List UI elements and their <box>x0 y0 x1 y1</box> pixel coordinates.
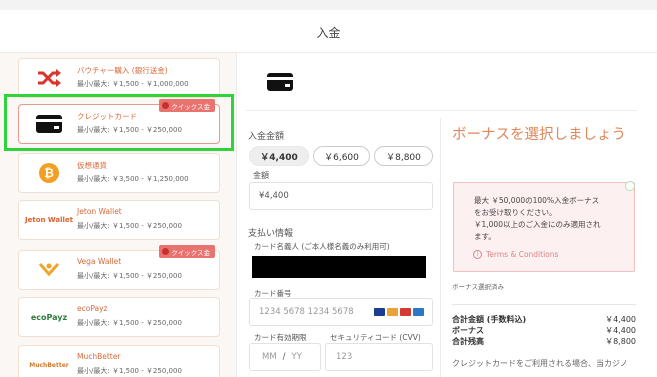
amex-icon <box>413 308 424 316</box>
jcb-icon <box>400 308 411 316</box>
summary-row-total: 合計金額 (手数料込) ￥4,400 <box>452 315 636 324</box>
payment-method-crypto[interactable]: ₿ 仮想通貨 最小/最大: ￥3,500 - ￥1,250,000 <box>18 153 220 193</box>
payment-method-limit: 最小/最大: ￥1,500 - ￥250,000 <box>77 126 182 134</box>
payment-method-name: Jeton Wallet <box>77 207 122 216</box>
payment-method-limit: 最小/最大: ￥1,500 - ￥250,000 <box>77 367 182 375</box>
shuffle-icon <box>27 64 71 92</box>
vega-logo <box>27 256 71 284</box>
bonus-check-icon[interactable] <box>625 181 635 191</box>
bonus-selected-hint: ボーナス選択済み <box>452 283 504 291</box>
payment-method-vega[interactable]: Vega Wallet 最小/最大: ￥1,500 - ￥250,000 クイッ… <box>18 245 220 290</box>
card-brand-icons <box>374 308 424 316</box>
visa-icon <box>374 308 385 316</box>
column-divider <box>440 118 441 377</box>
summary-row-balance: 合計残高 ￥8,800 <box>452 337 636 346</box>
payment-method-name: ecoPayz <box>77 304 108 313</box>
quick-deposit-badge: クイックス金 <box>159 245 215 258</box>
top-bar <box>0 0 657 10</box>
muchbetter-logo: MuchBetter <box>29 361 69 369</box>
section-divider <box>246 110 637 111</box>
payment-method-limit: 最小/最大: ￥1,500 - ￥1,000,000 <box>77 80 189 88</box>
badge-dot-icon <box>162 248 170 255</box>
payment-method-name: MuchBetter <box>77 352 121 361</box>
payment-method-limit: 最小/最大: ￥1,500 - ￥250,000 <box>77 222 182 230</box>
cvv-label: セキュリティコード (CVV) <box>330 333 421 342</box>
svg-text:₿: ₿ <box>44 166 54 180</box>
quick-deposit-badge: クイックス金 <box>159 99 215 112</box>
credit-card-note: クレジットカードをご利用される場合、当カジノ <box>452 359 628 368</box>
expiry-label: カード有効期限 <box>254 333 307 342</box>
bitcoin-icon: ₿ <box>27 159 71 187</box>
badge-dot-icon <box>162 102 170 109</box>
cardholder-name-field[interactable] <box>252 256 426 278</box>
custom-amount-input[interactable]: ¥4,400 <box>249 182 433 210</box>
bonus-description: 最大 ￥50,000の100%入金ボーナス をお受け取りください。 ￥1,000… <box>474 196 601 241</box>
page-title: 入金 <box>316 26 341 40</box>
payment-method-name: バウチャー購入 (銀行送金) <box>77 66 168 75</box>
custom-amount-label: 金額 <box>253 171 269 180</box>
ecopayz-logo: ecoPayz <box>30 312 68 322</box>
info-icon: i <box>473 250 482 259</box>
payment-method-limit: 最小/最大: ￥3,500 - ￥1,250,000 <box>77 175 189 183</box>
payment-method-limit: 最小/最大: ￥1,500 - ￥250,000 <box>77 319 182 327</box>
payment-method-muchbetter[interactable]: MuchBetter MuchBetter 最小/最大: ￥1,500 - ￥2… <box>18 345 220 377</box>
payment-method-jeton[interactable]: Jeton Wallet Jeton Wallet 最小/最大: ￥1,500 … <box>18 200 220 240</box>
payment-method-voucher[interactable]: バウチャー購入 (銀行送金) 最小/最大: ￥1,500 - ￥1,000,00… <box>18 58 220 98</box>
amount-label: 入金金額 <box>248 132 285 142</box>
payment-method-name: Vega Wallet <box>77 257 122 266</box>
payment-method-ecopayz[interactable]: ecoPayz ecoPayz 最小/最大: ￥1,500 - ￥250,000 <box>18 297 220 337</box>
cvv-input[interactable]: 123 <box>325 343 433 371</box>
expiry-input[interactable]: MM / YY <box>249 343 321 371</box>
payment-info-label: 支払い情報 <box>248 229 294 239</box>
credit-card-icon <box>27 110 71 138</box>
credit-card-icon <box>266 72 294 96</box>
panel-divider <box>236 53 237 377</box>
summary-divider <box>452 304 636 305</box>
payment-method-name: 仮想通貨 <box>77 161 107 170</box>
payment-method-credit-card[interactable]: クレジットカード 最小/最大: ￥1,500 - ￥250,000 クイックス金 <box>18 99 220 144</box>
mastercard-icon <box>387 308 398 316</box>
bonus-title: ボーナスを選択しましょう <box>452 127 626 143</box>
payment-method-limit: 最小/最大: ￥1,500 - ￥250,000 <box>77 272 182 280</box>
amount-option-6600[interactable]: ￥6,600 <box>313 146 370 166</box>
jeton-logo: Jeton Wallet <box>25 216 74 224</box>
cardholder-label: カード名義人 (ご本人様名義のみ利用可) <box>254 242 390 251</box>
amount-option-4400[interactable]: ￥4,400 <box>249 146 309 166</box>
payment-method-name: クレジットカード <box>77 112 137 121</box>
terms-link[interactable]: i Terms & Conditions <box>473 250 558 259</box>
summary-row-bonus: ボーナス ￥4,400 <box>452 326 636 335</box>
bonus-offer-card[interactable]: 最大 ￥50,000の100%入金ボーナス をお受け取りください。 ￥1,000… <box>453 181 635 272</box>
amount-option-8800[interactable]: ￥8,800 <box>374 146 433 166</box>
